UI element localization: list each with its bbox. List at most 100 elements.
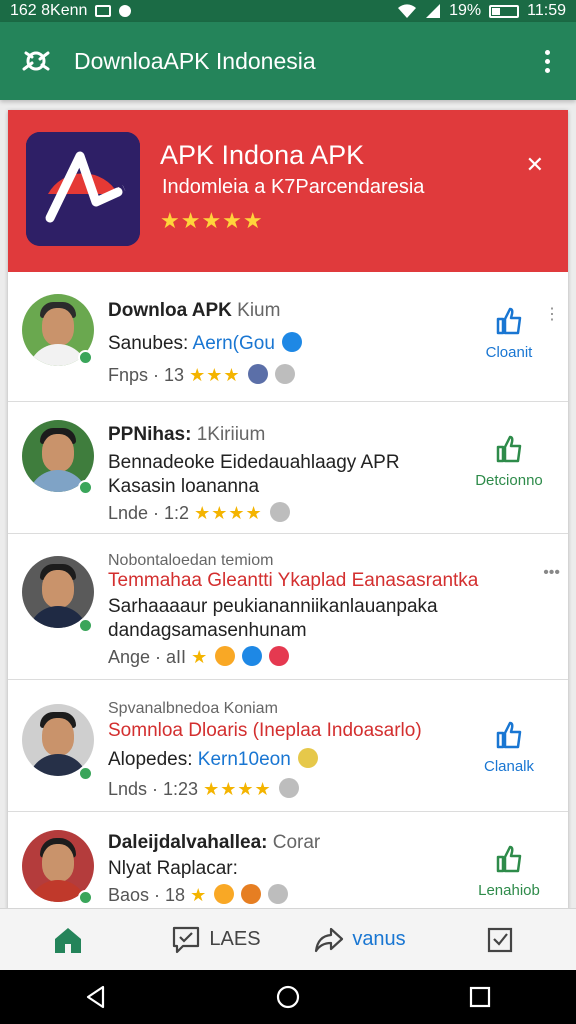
row-more-icon[interactable]: •••: [543, 564, 560, 582]
banner-dismiss-icon[interactable]: ✕: [526, 152, 544, 178]
list-item[interactable]: Nobontaloedan temiom Temmahaa Gleantti Y…: [8, 534, 568, 680]
screenshot-notification-icon: [95, 5, 112, 17]
rating-stars: ★: [190, 885, 208, 905]
item-meta-text: Ange · aII: [108, 647, 187, 667]
emoji-icon: [215, 646, 236, 666]
reaction-icon: [274, 364, 295, 384]
item-link[interactable]: Aern(Gou: [193, 333, 275, 354]
item-title: Downloa APK Kium: [108, 300, 280, 322]
nav-share[interactable]: vanus: [288, 926, 432, 954]
item-meta-text: Baos · 18: [108, 885, 186, 905]
action-label: Cloanit: [485, 344, 533, 361]
verified-icon: [282, 332, 303, 352]
thumbs-up-icon: [496, 435, 522, 463]
online-status-icon: [78, 480, 93, 495]
list-item[interactable]: Downloa APK Kium Sanubes: Aern(Gou Fnps …: [8, 280, 568, 402]
main-content: APK Indona APK Indomleia a K7Parcendares…: [8, 110, 568, 910]
row-more-icon[interactable]: ⋮: [544, 304, 560, 324]
online-status-icon: [78, 766, 93, 781]
item-link[interactable]: Kern10eon: [198, 749, 291, 770]
item-meta-text: Lnds · 1:23: [108, 779, 199, 799]
reaction-icon: [268, 884, 289, 904]
battery-icon: [489, 4, 520, 18]
item-subtitle: Sanubes: Aern(Gou: [108, 332, 303, 355]
download-button[interactable]: Clanalk: [464, 720, 554, 775]
signal-icon: [426, 4, 441, 18]
item-label: Alopedes:: [108, 749, 193, 770]
item-description: Sarhaaaaur peukiananniikanlauanpaka: [108, 596, 438, 617]
download-button[interactable]: Detcionno: [464, 434, 554, 489]
online-status-icon: [78, 618, 93, 633]
featured-app-rating: ★★★★★: [160, 208, 264, 233]
action-label: Clanalk: [483, 758, 535, 775]
back-icon[interactable]: [83, 984, 109, 1010]
emoji-icon: [214, 884, 235, 904]
item-meta-text: Fnps · 13: [108, 365, 185, 385]
thumbs-up-icon: [496, 307, 522, 335]
nav-share-label: vanus: [352, 928, 406, 950]
system-nav-bar: [0, 970, 576, 1024]
item-label: Sanubes:: [108, 333, 189, 354]
reaction-icon: [247, 364, 268, 384]
nav-check[interactable]: [432, 926, 576, 954]
messenger-icon: [242, 646, 263, 666]
list-item[interactable]: PPNihas: 1Kiriium Bennadeoke Eidedauahla…: [8, 402, 568, 534]
item-meta: Fnps · 13 ★★★: [108, 364, 295, 386]
status-left: 162 8Kenn: [10, 2, 132, 20]
reaction-icon: [269, 502, 290, 522]
item-description: Nlyat Raplacar:: [108, 858, 238, 879]
rating-stars: ★★★★: [203, 779, 272, 799]
battery-percent: 19%: [449, 2, 482, 19]
item-title: Temmahaa Gleantti Ykaplad Eanasasrantka: [108, 570, 479, 591]
list-item[interactable]: Daleijdalvahallea: Corar Nlyat Raplacar:…: [8, 812, 568, 910]
download-button[interactable]: Lenahiob: [464, 844, 554, 899]
item-name: Daleijdalvahallea:: [108, 832, 268, 853]
home-circle-icon[interactable]: [275, 984, 301, 1010]
heart-icon: [269, 646, 290, 666]
featured-app-subtitle: Indomleia a K7Parcendaresia: [162, 176, 425, 198]
item-name-suffix: Corar: [272, 832, 321, 853]
item-title: Somnloa Dloaris (Ineplaa Indoasarlo): [108, 720, 422, 741]
more-options-icon[interactable]: [537, 46, 558, 77]
online-status-icon: [78, 890, 93, 905]
nav-likes[interactable]: LAES: [144, 925, 288, 955]
app-bar: DownloaAPK Indonesia: [0, 22, 576, 100]
item-meta-text: Lnde · 1:2: [108, 503, 190, 523]
item-title: PPNihas: 1Kiriium: [108, 424, 265, 446]
status-left-text: 162 8Kenn: [10, 2, 88, 19]
notification-dot-icon: [119, 5, 132, 17]
action-label: Detcionno: [475, 472, 543, 489]
item-meta: Lnde · 1:2 ★★★★: [108, 502, 290, 524]
bottom-nav: LAES vanus: [0, 908, 576, 970]
emoji-icon: [241, 884, 262, 904]
action-label: Lenahiob: [478, 882, 540, 899]
checkbox-icon: [487, 927, 513, 952]
featured-app-title: APK Indona APK: [160, 140, 365, 170]
item-meta: Ange · aII ★: [108, 646, 290, 668]
list-item[interactable]: Spvanalbnedoa Koniam Somnloa Dloaris (In…: [8, 680, 568, 812]
status-bar: 162 8Kenn 19% 11:59: [0, 0, 576, 22]
item-description-2: Kasasin loananna: [108, 476, 260, 497]
rating-stars: ★★★: [189, 365, 241, 385]
emoji-icon: [298, 748, 319, 768]
rating-stars: ★★★★: [194, 503, 263, 523]
item-title: Daleijdalvahallea: Corar: [108, 832, 320, 854]
app-logo-icon[interactable]: [20, 45, 52, 77]
rating-stars: ★: [191, 647, 209, 667]
recents-icon[interactable]: [467, 984, 493, 1010]
home-icon: [55, 927, 81, 953]
item-name: Downloa APK: [108, 300, 232, 321]
thumbs-up-icon: [496, 721, 522, 749]
featured-app-banner[interactable]: APK Indona APK Indomleia a K7Parcendares…: [8, 110, 568, 272]
item-name-suffix: Kium: [237, 300, 281, 321]
status-time: 11:59: [527, 2, 566, 19]
item-meta: Baos · 18 ★: [108, 884, 289, 906]
wifi-icon: [398, 4, 417, 18]
item-description-2: dandagsamasenhunam: [108, 620, 307, 641]
app-title: DownloaAPK Indonesia: [74, 47, 316, 74]
item-header: Spvanalbnedoa Koniam: [108, 700, 278, 717]
share-arrow-icon: [315, 927, 344, 952]
nav-home[interactable]: [0, 926, 144, 954]
item-header: Nobontaloedan temiom: [108, 552, 274, 569]
download-button[interactable]: Cloanit: [464, 306, 554, 361]
